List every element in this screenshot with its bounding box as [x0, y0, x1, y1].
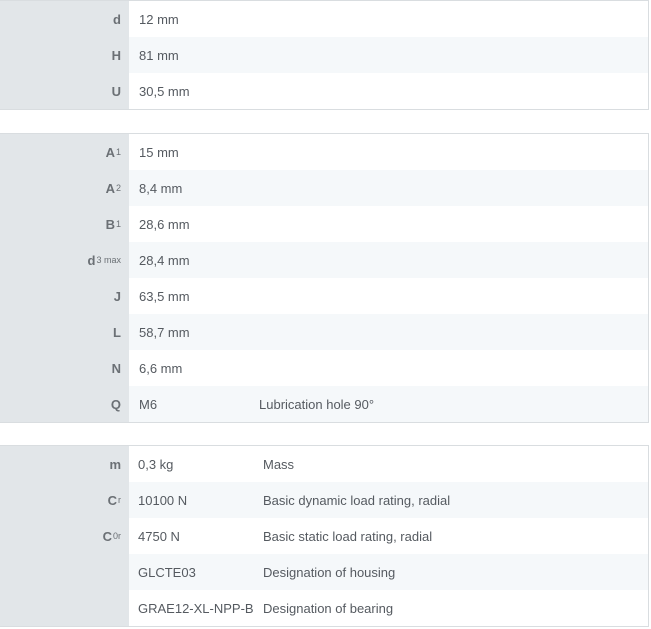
parameter-value: M6 — [129, 386, 259, 422]
parameter-value: 10100 N — [129, 482, 263, 518]
parameter-symbol: Cr — [0, 482, 129, 518]
parameter-description: Designation of bearing — [263, 600, 394, 616]
parameter-symbol — [0, 590, 129, 626]
parameter-symbol: d3 max — [0, 242, 129, 278]
performance-table: m 0,3 kg Mass Cr 10100 N Basic dynamic load r… — [0, 445, 649, 627]
symbol-subscript: 3 max — [96, 255, 121, 265]
table-row: A 1 15 mm — [0, 134, 648, 170]
table-row: J 63,5 mm — [0, 278, 648, 314]
parameter-value: 58,7 mm — [129, 314, 259, 350]
parameter-symbol — [0, 554, 129, 590]
parameter-symbol: Q — [0, 386, 129, 422]
parameter-symbol: A1 — [0, 134, 129, 170]
parameter-value: GRAE12-XL-NPP-B — [138, 600, 254, 616]
table-row: C 0r 4750 N Basic static load rating, radia… — [0, 518, 648, 554]
parameter-value: 28,6 mm — [139, 216, 190, 232]
table-row: Q M6 Lubrication hole 90° — [0, 386, 648, 422]
dimensions-table-mounting: A 1 15 mm A 2 8,4 mm B 1 28,6 mm d 3 max 28,4 mm J 63… — [0, 133, 649, 423]
parameter-description: Mass — [263, 456, 295, 472]
symbol-subscript: r — [118, 495, 121, 505]
parameter-value: 12 mm — [139, 11, 179, 27]
parameter-value: 30,5 mm — [139, 83, 190, 99]
parameter-symbol: U — [0, 73, 129, 109]
parameter-value: 8,4 mm — [129, 170, 259, 206]
parameter-value: GLCTE03 — [129, 554, 263, 590]
symbol-subscript: 0r — [112, 531, 121, 541]
parameter-value: 0,3 kg — [138, 456, 174, 472]
parameter-symbol: m — [0, 446, 129, 482]
table-row: d 12 mm — [0, 1, 648, 37]
parameter-description: Basic static load rating, radial — [263, 528, 433, 544]
table-row: A 2 8,4 mm — [0, 170, 648, 206]
parameter-description: Lubrication hole 90° — [259, 396, 375, 412]
parameter-value: 15 mm — [139, 144, 179, 160]
parameter-description: Basic dynamic load rating, radial — [263, 492, 451, 508]
parameter-symbol: L — [0, 314, 129, 350]
symbol-subscript: 1 — [115, 147, 121, 157]
parameter-value: 6,6 mm — [139, 360, 183, 376]
parameter-value: 81 mm — [129, 37, 259, 73]
parameter-value: 63,5 mm — [139, 288, 190, 304]
table-row: Cr 10100 N Basic dynamic load rating, radi… — [0, 482, 648, 518]
symbol-subscript: 2 — [115, 183, 121, 193]
table-row: H 81 mm — [0, 37, 648, 73]
parameter-symbol: A2 — [0, 170, 129, 206]
table-row: d3 max 28,4 mm — [0, 242, 648, 278]
table-row: N 6,6 mm — [0, 350, 648, 386]
parameter-symbol: J — [0, 278, 129, 314]
parameter-symbol: H — [0, 37, 129, 73]
dimensions-table-main: d 12 mm H 81 mm U 30,5 mm — [0, 0, 649, 110]
parameter-value: 4750 N — [138, 528, 180, 544]
table-row: L 58,7 mm — [0, 314, 648, 350]
parameter-symbol: B1 — [0, 206, 129, 242]
table-row: U 30,5 mm — [0, 73, 648, 109]
table-row: GRAE12-XL-NPP-B Designation of bearing — [0, 590, 648, 626]
table-row: m 0,3 kg Mass — [0, 446, 648, 482]
parameter-description: Designation of housing — [263, 564, 396, 580]
table-row: GLCTE03 Designation of housing — [0, 554, 648, 590]
parameter-symbol: d — [0, 1, 129, 37]
symbol-subscript: 1 — [115, 219, 121, 229]
parameter-value: 28,4 mm — [129, 242, 259, 278]
parameter-symbol: C 0r — [0, 518, 129, 554]
table-row: B 1 28,6 mm — [0, 206, 648, 242]
parameter-symbol: N — [0, 350, 129, 386]
